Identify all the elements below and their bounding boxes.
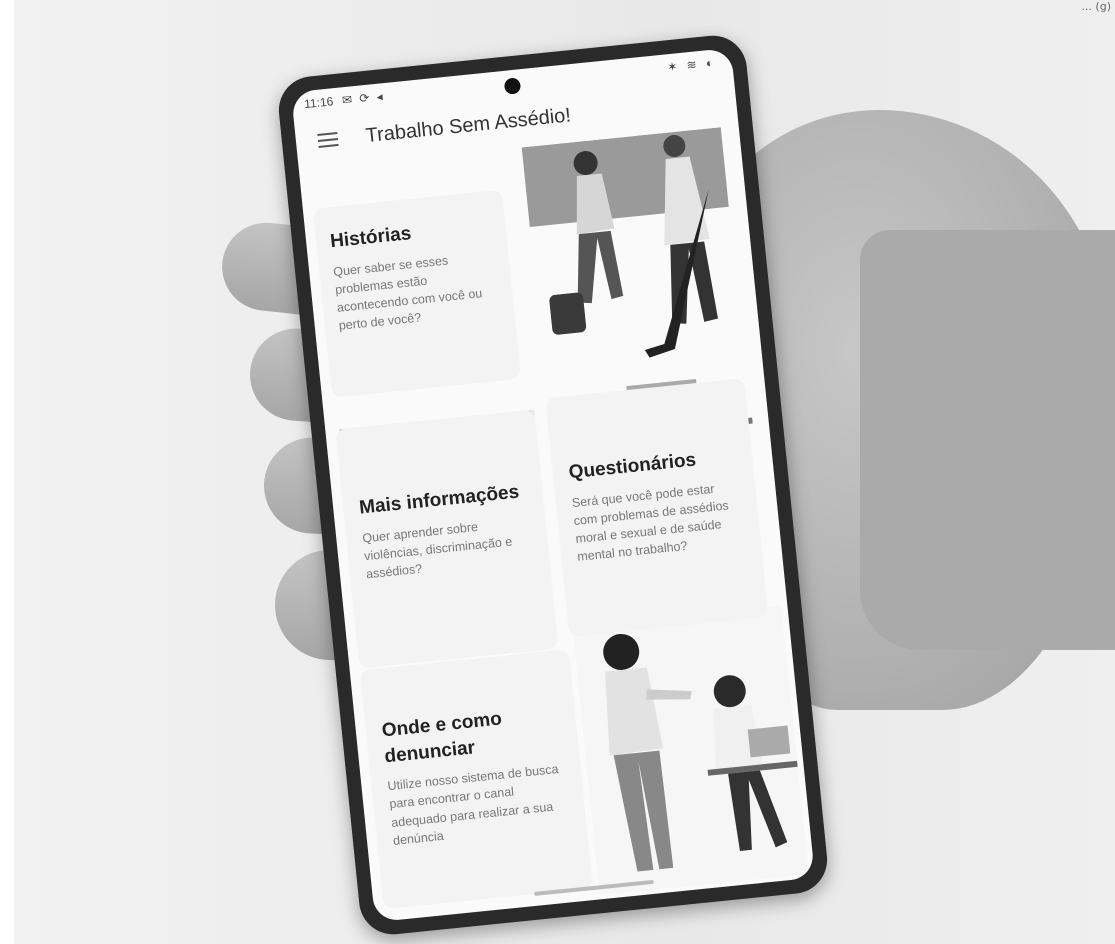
card-questionarios[interactable]: Questionários Será que você pode estar c… (545, 378, 769, 638)
illustration-historias-icon (521, 127, 729, 358)
illustration-denunciar-icon (572, 605, 809, 896)
hand-wrist (860, 230, 1115, 650)
illus-bucket (549, 292, 587, 335)
left-edge (0, 0, 14, 944)
hamburger-menu-icon[interactable] (317, 131, 339, 148)
card-historias[interactable]: Histórias Quer saber se esses problemas … (312, 189, 522, 398)
status-time: 11:16 (303, 94, 334, 112)
front-camera (503, 77, 522, 95)
image-credit: ... (g) (1081, 0, 1111, 13)
card-description: Utilize nosso sistema de busca para enco… (386, 762, 560, 848)
illus-laptop (747, 725, 791, 758)
card-title: Onde e como denunciar (380, 708, 503, 767)
card-description: Quer aprender sobre violências, discrimi… (361, 519, 513, 582)
card-onde-denunciar[interactable]: Onde e como denunciar Utilize nosso sist… (359, 649, 593, 910)
status-system-icons: ✶ ≋ ◐ (666, 55, 717, 75)
app-title: Trabalho Sem Assédio! (364, 104, 572, 148)
card-description: Será que você pode estar com problemas d… (571, 481, 730, 564)
phone: 11:16 ✉ ⟳ ◂ ✶ ≋ ◐ Trabalho Sem Assédio! (275, 32, 831, 938)
status-notification-icons: ✉ ⟳ ◂ (341, 89, 386, 108)
card-description: Quer saber se esses problemas estão acon… (332, 253, 483, 333)
card-mais-informacoes[interactable]: Mais informações Quer aprender sobre vio… (335, 409, 559, 669)
phone-screen: 11:16 ✉ ⟳ ◂ ✶ ≋ ◐ Trabalho Sem Assédio! (290, 47, 816, 923)
